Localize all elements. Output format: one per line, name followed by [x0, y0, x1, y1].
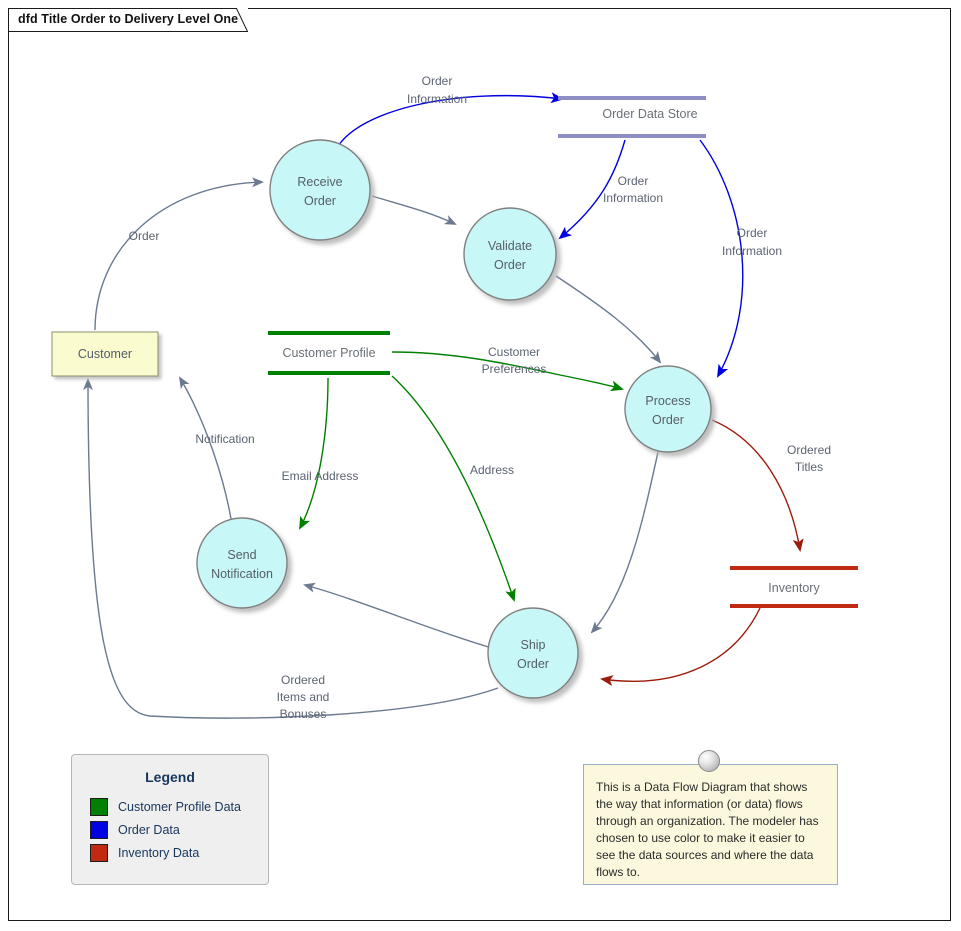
legend-item-order-data: Order Data: [90, 818, 268, 841]
note-text: This is a Data Flow Diagram that shows t…: [596, 780, 819, 879]
diagram-canvas: dfd Title Order to Delivery Level One Or…: [0, 0, 961, 931]
legend-item-inventory-data: Inventory Data: [90, 841, 268, 864]
note-box: This is a Data Flow Diagram that shows t…: [583, 764, 838, 885]
legend-panel: Legend Customer Profile Data Order Data …: [71, 754, 269, 885]
diagram-title-text: dfd Title Order to Delivery Level One: [18, 12, 239, 26]
legend-item-customer-profile-data: Customer Profile Data: [90, 795, 268, 818]
legend-item-label: Inventory Data: [118, 845, 200, 860]
diagram-title-tab: dfd Title Order to Delivery Level One: [8, 8, 248, 32]
legend-item-label: Customer Profile Data: [118, 799, 241, 814]
legend-swatch-green: [90, 797, 108, 816]
legend-title: Legend: [145, 769, 195, 785]
legend-item-label: Order Data: [118, 822, 180, 837]
legend-swatch-red: [90, 843, 108, 862]
note-pin-icon: [698, 750, 720, 772]
legend-swatch-blue: [90, 820, 108, 839]
legend-rows: Customer Profile Data Order Data Invento…: [72, 795, 268, 864]
